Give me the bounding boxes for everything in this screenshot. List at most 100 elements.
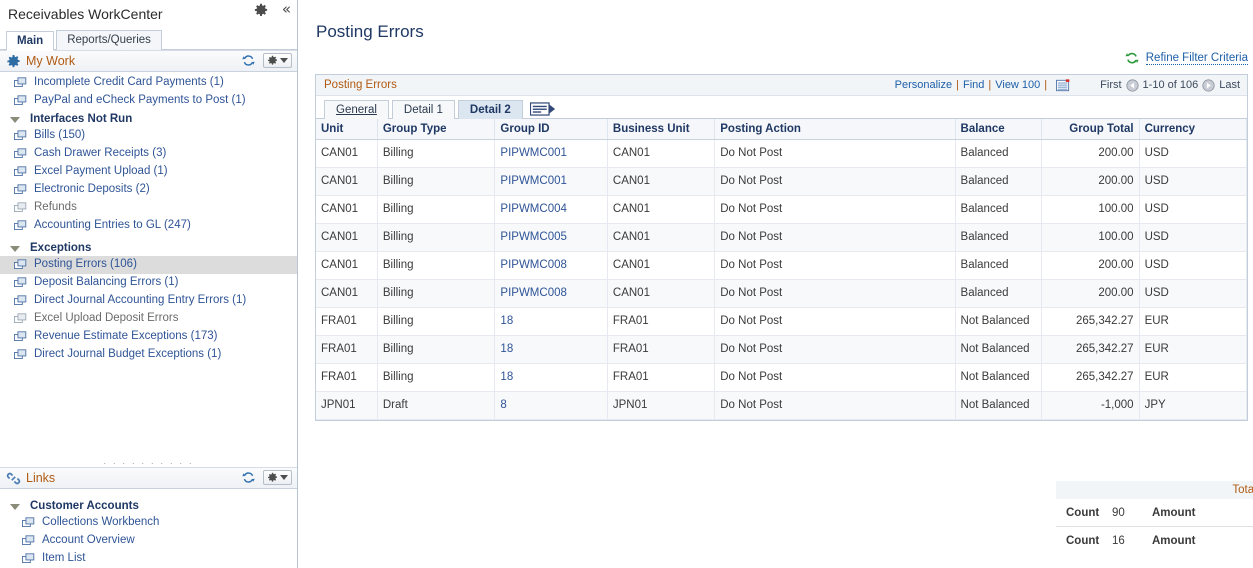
find-link[interactable]: Find: [963, 79, 984, 91]
cell-unit: FRA01: [316, 363, 378, 392]
count-label: Count: [1066, 506, 1100, 519]
first-page-link[interactable]: First: [1100, 79, 1121, 91]
nav-item-deposit-balancing-errors[interactable]: Deposit Balancing Errors (1): [0, 274, 297, 292]
group-id-link[interactable]: 18: [500, 315, 513, 327]
triangle-down-icon: [10, 504, 20, 510]
col-header-currency[interactable]: Currency: [1139, 119, 1248, 140]
col-header-business-unit[interactable]: Business Unit: [607, 119, 716, 140]
nav-item-electronic-deposits[interactable]: Electronic Deposits (2): [0, 181, 297, 199]
cell-group-total: 265,342.27: [1041, 363, 1140, 392]
nav-item-cash-drawer-receipts[interactable]: Cash Drawer Receipts (3): [0, 145, 297, 163]
links-options-button[interactable]: [263, 470, 292, 485]
collapse-panel-icon[interactable]: «: [282, 2, 291, 17]
group-id-link[interactable]: PIPWMC001: [500, 147, 566, 159]
cell-business-unit: CAN01: [607, 195, 716, 224]
nav-item-label: Direct Journal Budget Exceptions (1): [34, 348, 222, 360]
links-actions: [242, 470, 292, 485]
refine-filter-criteria-button[interactable]: Refine Filter Criteria: [1125, 51, 1248, 65]
my-work-content: Incomplete Credit Card Payments (1) PayP…: [0, 72, 297, 458]
workcenter-sidebar: Receivables WorkCenter « Main Reports/Qu…: [0, 0, 298, 568]
grid-toolbar: Personalize | Find | View 100 | First 1-…: [895, 78, 1240, 92]
group-id-link[interactable]: 18: [500, 371, 513, 383]
refresh-icon[interactable]: [242, 471, 255, 484]
refresh-icon[interactable]: [242, 54, 255, 67]
posting-errors-table: Unit Group Type Group ID Business Unit P…: [316, 119, 1248, 420]
nav-item-bills[interactable]: Bills (150): [0, 127, 297, 145]
cell-currency: USD: [1139, 223, 1248, 252]
chevron-down-icon: [280, 475, 288, 480]
grid-tab-general[interactable]: General: [324, 100, 389, 119]
cell-group-type: Billing: [377, 167, 496, 196]
totals-by-currency-panel: Totals by Currency Count 90 Amount 42,01…: [1056, 481, 1253, 555]
nav-item-direct-journal-budget-exceptions[interactable]: Direct Journal Budget Exceptions (1): [0, 346, 297, 364]
section-header-customer-accounts[interactable]: Customer Accounts: [0, 497, 297, 514]
previous-page-icon[interactable]: [1125, 78, 1139, 92]
grid-tab-detail-2[interactable]: Detail 2: [457, 100, 523, 119]
nav-item-revenue-estimate-exceptions[interactable]: Revenue Estimate Exceptions (173): [0, 328, 297, 346]
filter-row: Refine Filter Criteria: [298, 42, 1253, 68]
group-id-link[interactable]: PIPWMC005: [500, 231, 566, 243]
col-header-unit[interactable]: Unit: [316, 119, 378, 140]
table-row: CAN01 Billing PIPWMC008 CAN01 Do Not Pos…: [316, 251, 1248, 280]
view-all-link[interactable]: View 100: [995, 79, 1040, 91]
cell-group-total: 100.00: [1041, 195, 1140, 224]
nav-item-paypal-echeck-payments-to-post[interactable]: PayPal and eCheck Payments to Post (1): [0, 92, 297, 110]
nav-item-posting-errors[interactable]: Posting Errors (106): [0, 256, 297, 274]
nav-item-accounting-entries-to-gl[interactable]: Accounting Entries to GL (247): [0, 217, 297, 235]
cell-balance: Balanced: [955, 167, 1043, 196]
cell-unit: CAN01: [316, 167, 378, 196]
cell-currency: EUR: [1139, 335, 1248, 364]
col-header-group-type[interactable]: Group Type: [377, 119, 496, 140]
group-id-link[interactable]: PIPWMC008: [500, 259, 566, 271]
nav-item-collections-workbench[interactable]: Collections Workbench: [0, 514, 297, 532]
cell-posting-action: Do Not Post: [714, 307, 956, 336]
page-link-icon: [14, 331, 27, 341]
cell-currency: USD: [1139, 139, 1248, 168]
nav-item-item-list[interactable]: Item List: [0, 550, 297, 568]
gear-icon[interactable]: [254, 3, 268, 17]
col-header-group-total[interactable]: Group Total: [1041, 119, 1140, 140]
section-header-interfaces-not-run[interactable]: Interfaces Not Run: [0, 110, 297, 127]
col-header-posting-action[interactable]: Posting Action: [714, 119, 956, 140]
amount-label: Amount: [1152, 535, 1196, 547]
group-id-link[interactable]: PIPWMC001: [500, 175, 566, 187]
grid-tab-detail-1[interactable]: Detail 1: [391, 100, 455, 119]
cell-group-id: PIPWMC004: [494, 195, 608, 224]
cell-posting-action: Do Not Post: [714, 335, 956, 364]
table-row: CAN01 Billing PIPWMC004 CAN01 Do Not Pos…: [316, 195, 1248, 224]
nav-item-label: Item List: [42, 552, 86, 564]
cell-group-total: 200.00: [1041, 251, 1140, 280]
cell-group-id: PIPWMC008: [494, 279, 608, 308]
cell-group-id: PIPWMC001: [494, 139, 608, 168]
cell-balance: Not Balanced: [955, 391, 1043, 420]
nav-item-direct-journal-accounting-entry-errors[interactable]: Direct Journal Accounting Entry Errors (…: [0, 292, 297, 310]
group-id-link[interactable]: PIPWMC004: [500, 203, 566, 215]
sidebar-splitter-handle[interactable]: · · · · · · · · · ·: [0, 458, 297, 467]
tab-reports-queries[interactable]: Reports/Queries: [56, 30, 162, 50]
cell-business-unit: FRA01: [607, 335, 716, 364]
nav-item-excel-payment-upload[interactable]: Excel Payment Upload (1): [0, 163, 297, 181]
cell-balance: Not Balanced: [955, 307, 1043, 336]
personalize-link[interactable]: Personalize: [895, 79, 952, 91]
download-to-excel-icon[interactable]: [1056, 78, 1070, 92]
page-link-icon: [22, 553, 35, 563]
group-id-link[interactable]: PIPWMC008: [500, 287, 566, 299]
next-page-icon[interactable]: [1202, 78, 1215, 92]
my-work-actions: [242, 53, 292, 68]
section-header-exceptions[interactable]: Exceptions: [0, 239, 297, 256]
group-id-link[interactable]: 18: [500, 343, 513, 355]
expand-grid-icon[interactable]: [529, 101, 556, 117]
col-header-group-id[interactable]: Group ID: [494, 119, 608, 140]
cell-group-type: Draft: [377, 391, 496, 420]
col-header-balance[interactable]: Balance: [955, 119, 1043, 140]
group-id-link[interactable]: 8: [500, 399, 506, 411]
tab-main[interactable]: Main: [6, 31, 55, 51]
nav-item-incomplete-credit-card-payments[interactable]: Incomplete Credit Card Payments (1): [0, 74, 297, 92]
last-page-link[interactable]: Last: [1219, 79, 1240, 91]
my-work-options-button[interactable]: [263, 53, 292, 68]
nav-item-account-overview[interactable]: Account Overview: [0, 532, 297, 550]
workcenter-title: Receivables WorkCenter: [8, 6, 163, 22]
count-value: 16: [1112, 535, 1125, 547]
section-title-label: Interfaces Not Run: [30, 113, 133, 125]
table-body: CAN01 Billing PIPWMC001 CAN01 Do Not Pos…: [316, 139, 1248, 420]
